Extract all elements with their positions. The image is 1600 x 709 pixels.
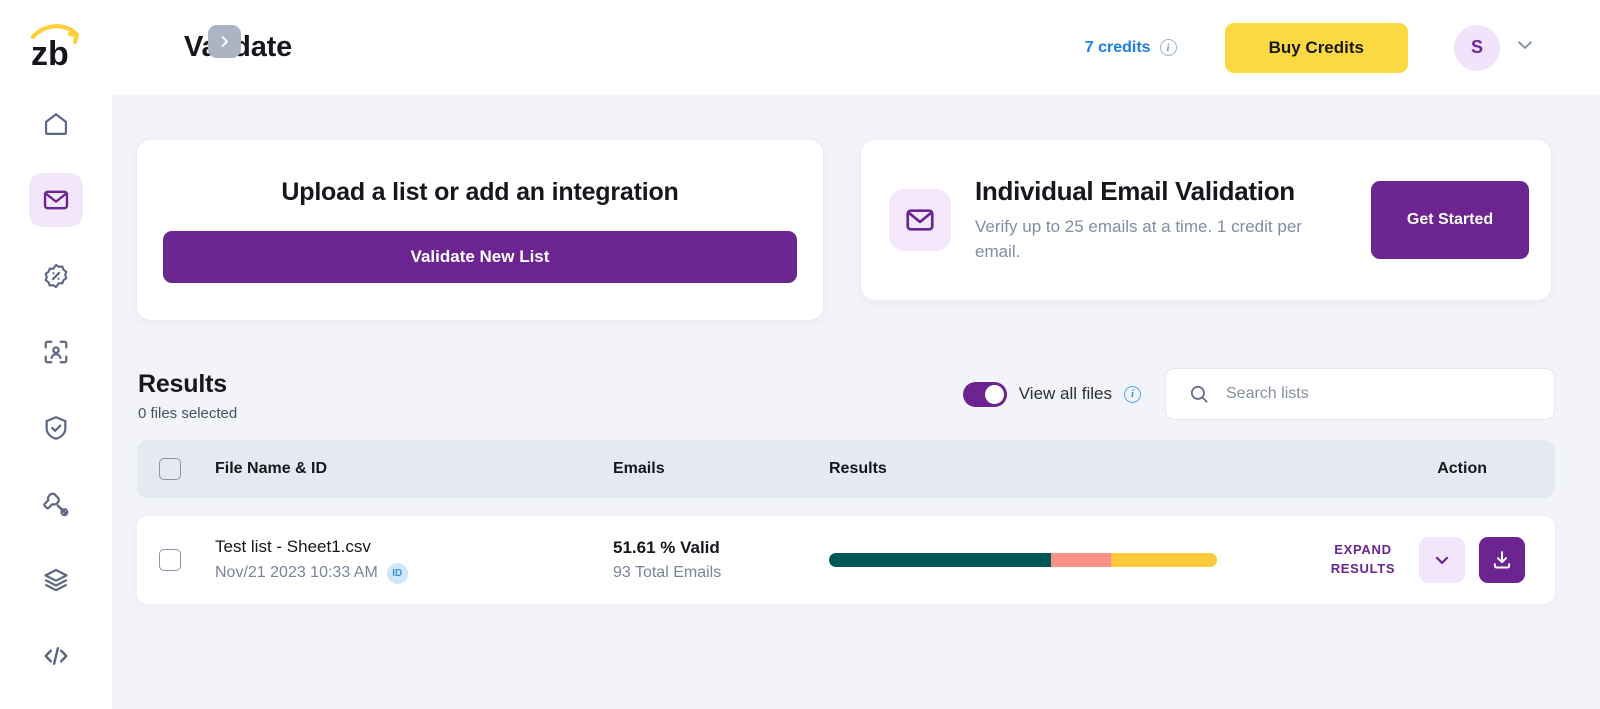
info-icon[interactable]: i — [1124, 386, 1141, 403]
view-all-files-toggle[interactable] — [963, 382, 1007, 407]
download-results-button[interactable] — [1479, 537, 1525, 583]
expand-results-button[interactable]: EXPAND RESULTS — [1321, 541, 1405, 579]
percent-badge-icon — [42, 262, 70, 290]
top-cards-row: Upload a list or add an integration Vali… — [137, 140, 1555, 320]
file-date-row: Nov/21 2023 10:33 AM ID — [215, 563, 613, 584]
results-cell — [829, 553, 1321, 567]
download-icon — [1491, 549, 1513, 571]
file-name-cell: Test list - Sheet1.csv Nov/21 2023 10:33… — [181, 537, 613, 584]
envelope-icon — [904, 204, 936, 236]
sidebar: zb — [0, 0, 112, 709]
select-all-checkbox[interactable] — [159, 458, 181, 480]
results-title: Results — [138, 370, 237, 399]
chevron-right-icon — [217, 34, 232, 49]
account-menu-button[interactable] — [1514, 34, 1536, 61]
column-header-action: Action — [1437, 460, 1555, 478]
toggle-knob — [985, 385, 1004, 404]
header-actions: 7 credits i Buy Credits S — [1085, 23, 1536, 73]
search-lists-box[interactable] — [1165, 368, 1555, 420]
validate-page: zb — [0, 0, 1600, 709]
chevron-down-icon — [1432, 550, 1452, 570]
sidebar-item-email-validation[interactable] — [29, 173, 83, 227]
top-header: Validate 7 credits i Buy Credits S — [112, 0, 1600, 95]
view-all-files-group: View all files i — [963, 382, 1141, 407]
validate-new-list-button[interactable]: Validate New List — [163, 231, 797, 283]
individual-validation-card: Individual Email Validation Verify up to… — [861, 140, 1551, 300]
results-heading-group: Results 0 files selected — [138, 370, 237, 422]
main-area: Validate 7 credits i Buy Credits S Uploa… — [112, 0, 1600, 709]
individual-card-subtitle: Verify up to 25 emails at a time. 1 cred… — [975, 214, 1347, 265]
file-name: Test list - Sheet1.csv — [215, 537, 613, 557]
id-badge-icon[interactable]: ID — [387, 563, 408, 584]
total-emails: 93 Total Emails — [613, 564, 829, 582]
sidebar-item-api[interactable] — [29, 629, 83, 683]
svg-text:zb: zb — [31, 35, 69, 69]
sidebar-item-home[interactable] — [29, 97, 83, 151]
info-icon[interactable]: i — [1160, 39, 1177, 56]
individual-card-title: Individual Email Validation — [975, 176, 1347, 207]
results-toolbar: Results 0 files selected View all files … — [137, 368, 1555, 422]
expand-results-line1: EXPAND — [1334, 542, 1391, 557]
view-all-files-label: View all files — [1019, 384, 1112, 404]
progress-segment-unknown — [1111, 553, 1217, 567]
sidebar-item-integrations[interactable] — [29, 553, 83, 607]
expand-results-line2: RESULTS — [1331, 561, 1396, 576]
column-header-emails: Emails — [613, 460, 829, 478]
credits-display[interactable]: 7 credits i — [1085, 39, 1177, 57]
sidebar-item-data-enrichment[interactable] — [29, 325, 83, 379]
progress-segment-invalid — [1051, 553, 1111, 567]
upload-card-title: Upload a list or add an integration — [281, 178, 678, 207]
results-table-header: File Name & ID Emails Results Action — [137, 440, 1555, 498]
envelope-icon — [42, 186, 70, 214]
emails-cell: 51.61 % Valid 93 Total Emails — [613, 538, 829, 582]
sidebar-expand-button[interactable] — [208, 25, 241, 58]
search-icon — [1188, 383, 1210, 405]
user-scan-icon — [42, 338, 70, 366]
expand-row-button[interactable] — [1419, 537, 1465, 583]
app-logo[interactable]: zb — [0, 0, 112, 95]
search-input[interactable] — [1226, 385, 1532, 403]
sidebar-item-protection[interactable] — [29, 401, 83, 455]
layers-icon — [42, 566, 70, 594]
wrench-icon — [42, 490, 70, 518]
sidebar-nav — [29, 95, 83, 683]
code-icon — [42, 642, 70, 670]
buy-credits-button[interactable]: Buy Credits — [1225, 23, 1408, 73]
shield-check-icon — [42, 414, 70, 442]
row-actions: EXPAND RESULTS — [1321, 537, 1555, 583]
credits-label: 7 credits — [1085, 39, 1151, 57]
progress-segment-valid — [829, 553, 1051, 567]
row-select-checkbox[interactable] — [159, 549, 181, 571]
percent-valid: 51.61 % Valid — [613, 538, 829, 558]
column-header-file-name: File Name & ID — [181, 460, 613, 478]
avatar[interactable]: S — [1454, 25, 1500, 71]
file-date: Nov/21 2023 10:33 AM — [215, 564, 378, 582]
sidebar-item-discounts[interactable] — [29, 249, 83, 303]
individual-card-text: Individual Email Validation Verify up to… — [975, 176, 1347, 265]
page-content: Upload a list or add an integration Vali… — [112, 95, 1600, 709]
upload-list-card: Upload a list or add an integration Vali… — [137, 140, 823, 320]
files-selected-count: 0 files selected — [138, 405, 237, 422]
table-row[interactable]: Test list - Sheet1.csv Nov/21 2023 10:33… — [137, 516, 1555, 604]
chevron-down-icon — [1514, 34, 1536, 56]
sidebar-item-tools[interactable] — [29, 477, 83, 531]
results-progress-bar — [829, 553, 1217, 567]
get-started-button[interactable]: Get Started — [1371, 181, 1529, 259]
results-tools: View all files i — [963, 368, 1555, 422]
column-header-results: Results — [829, 460, 1437, 478]
zerobounce-logo-icon: zb — [25, 21, 87, 69]
individual-card-icon-badge — [889, 189, 951, 251]
home-icon — [42, 110, 70, 138]
